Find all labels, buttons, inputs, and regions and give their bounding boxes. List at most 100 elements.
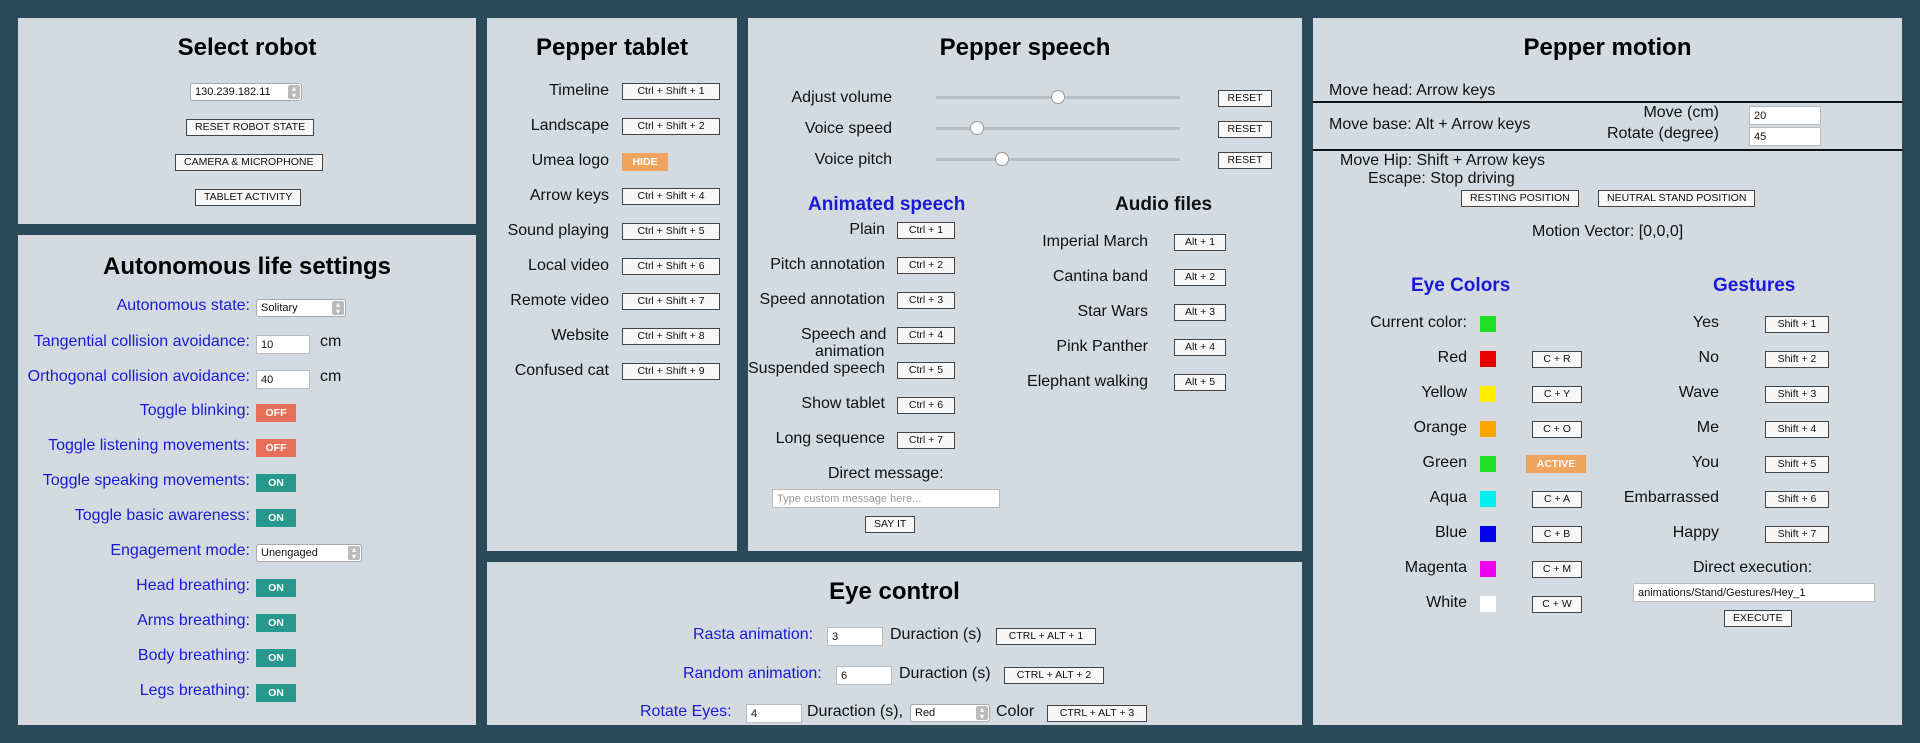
- eye-color-aqua-label: Aqua: [1429, 489, 1467, 506]
- toggle-awareness-switch[interactable]: ON: [256, 509, 296, 527]
- animated-suspended-key[interactable]: Ctrl + 5: [897, 362, 955, 379]
- select-robot-panel: Select robot 130.239.182.11 ▴ ▾ RESET ROB…: [18, 18, 476, 224]
- gesture-wave-key[interactable]: Shift + 3: [1765, 386, 1829, 403]
- speed-reset-button[interactable]: RESET: [1218, 121, 1272, 138]
- eye-color-magenta-key[interactable]: C + M: [1532, 561, 1582, 578]
- random-duration-input[interactable]: 6: [836, 666, 892, 685]
- audio-elephant-walking-key[interactable]: Alt + 5: [1174, 374, 1226, 391]
- rotate-color-select[interactable]: Red ▴ ▾: [910, 704, 990, 722]
- reset-robot-state-button[interactable]: RESET ROBOT STATE: [186, 119, 315, 136]
- eye-color-aqua-key[interactable]: C + A: [1532, 491, 1582, 508]
- animated-speed-key[interactable]: Ctrl + 3: [897, 292, 955, 309]
- tablet-item-confused-cat-key[interactable]: Ctrl + Shift + 9: [622, 363, 720, 380]
- body-breathing-switch[interactable]: ON: [256, 649, 296, 667]
- gesture-yes-key[interactable]: Shift + 1: [1765, 316, 1829, 333]
- eye-color-red-swatch: [1480, 351, 1496, 367]
- animated-show-tablet-key[interactable]: Ctrl + 6: [897, 397, 955, 414]
- move-cm-input[interactable]: 20: [1749, 106, 1821, 125]
- volume-slider-knob[interactable]: [1051, 90, 1065, 104]
- audio-imperial-march-key[interactable]: Alt + 1: [1174, 234, 1226, 251]
- eye-color-red-key[interactable]: C + R: [1532, 351, 1582, 368]
- orthogonal-label: Orthogonal collision avoidance:: [27, 368, 250, 385]
- tangential-input[interactable]: 10: [256, 335, 310, 354]
- select-arrows-icon: ▴ ▾: [288, 85, 300, 100]
- animated-plain-label: Plain: [849, 221, 885, 238]
- robot-ip-select[interactable]: 130.239.182.11 ▴ ▾: [190, 83, 302, 101]
- rotate-degree-input[interactable]: 45: [1749, 127, 1821, 146]
- neutral-stand-position-button[interactable]: NEUTRAL STAND POSITION: [1598, 190, 1756, 207]
- gesture-you-key[interactable]: Shift + 5: [1765, 456, 1829, 473]
- tablet-item-local-video-key[interactable]: Ctrl + Shift + 6: [622, 258, 720, 275]
- legs-breathing-switch[interactable]: ON: [256, 684, 296, 702]
- tablet-item-website-key[interactable]: Ctrl + Shift + 8: [622, 328, 720, 345]
- animated-plain-key[interactable]: Ctrl + 1: [897, 222, 955, 239]
- gesture-embarrassed-key[interactable]: Shift + 6: [1765, 491, 1829, 508]
- say-it-button[interactable]: SAY IT: [865, 516, 916, 533]
- head-breathing-switch[interactable]: ON: [256, 579, 296, 597]
- execute-button[interactable]: EXECUTE: [1724, 610, 1792, 627]
- eye-color-green-key[interactable]: ACTIVE: [1526, 455, 1586, 473]
- animated-pitch-key[interactable]: Ctrl + 2: [897, 257, 955, 274]
- eye-color-white-label: White: [1426, 594, 1467, 611]
- rotate-duration-input[interactable]: 4: [746, 704, 802, 723]
- tablet-item-landscape-key[interactable]: Ctrl + Shift + 2: [622, 118, 720, 135]
- move-head-label: Move head: Arrow keys: [1329, 82, 1496, 99]
- current-color-swatch: [1480, 316, 1496, 332]
- random-key[interactable]: CTRL + ALT + 2: [1004, 667, 1104, 684]
- tablet-item-timeline-key[interactable]: Ctrl + Shift + 1: [622, 83, 720, 100]
- pitch-reset-button[interactable]: RESET: [1218, 152, 1272, 169]
- arms-breathing-switch[interactable]: ON: [256, 614, 296, 632]
- pepper-motion-panel: Pepper motion Move head: Arrow keys Move…: [1313, 18, 1902, 725]
- voice-pitch-label: Voice pitch: [814, 151, 892, 168]
- autonomous-state-select[interactable]: Solitary ▴ ▾: [256, 299, 346, 317]
- toggle-listening-switch[interactable]: OFF: [256, 439, 296, 457]
- divider-1: [1313, 101, 1902, 103]
- toggle-blinking-switch[interactable]: OFF: [256, 404, 296, 422]
- animated-speech-and-animation-key[interactable]: Ctrl + 4: [897, 327, 955, 344]
- eye-color-white-key[interactable]: C + W: [1532, 596, 1582, 613]
- orthogonal-input[interactable]: 40: [256, 370, 310, 389]
- pitch-slider-track[interactable]: [936, 158, 1180, 161]
- eye-color-orange-key[interactable]: C + O: [1532, 421, 1582, 438]
- toggle-speaking-switch[interactable]: ON: [256, 474, 296, 492]
- direct-message-label: Direct message:: [828, 465, 944, 482]
- pitch-slider-knob[interactable]: [994, 152, 1009, 166]
- animated-speed-label: Speed annotation: [759, 291, 885, 308]
- animated-long-sequence-key[interactable]: Ctrl + 7: [897, 432, 955, 449]
- tablet-activity-button[interactable]: TABLET ACTIVITY: [195, 189, 302, 206]
- rasta-key[interactable]: CTRL + ALT + 1: [996, 628, 1096, 645]
- speed-slider-knob[interactable]: [970, 121, 985, 135]
- engagement-select[interactable]: Unengaged ▴ ▾: [256, 544, 362, 562]
- autonomous-title: Autonomous life settings: [103, 253, 391, 280]
- audio-files-title: Audio files: [1115, 194, 1213, 215]
- audio-elephant-walking-label: Elephant walking: [1027, 373, 1148, 390]
- eye-color-green-label: Green: [1422, 454, 1467, 471]
- rasta-duration-input[interactable]: 3: [827, 627, 883, 646]
- audio-star-wars-key[interactable]: Alt + 3: [1174, 304, 1226, 321]
- select-arrows-icon: ▴ ▾: [348, 546, 360, 561]
- rotate-duration-label: Duraction (s),: [807, 703, 904, 720]
- robot-ip-value: 130.239.182.11: [195, 86, 271, 98]
- volume-reset-button[interactable]: RESET: [1218, 90, 1272, 107]
- umea-logo-hide-button[interactable]: HIDE: [622, 153, 668, 171]
- audio-pink-panther-key[interactable]: Alt + 4: [1174, 339, 1226, 356]
- rotate-color-label: Color: [996, 703, 1035, 720]
- rotate-eyes-label: Rotate Eyes:: [640, 703, 732, 720]
- gesture-happy-key[interactable]: Shift + 7: [1765, 526, 1829, 543]
- eye-color-blue-key[interactable]: C + B: [1532, 526, 1582, 543]
- audio-cantina-band-key[interactable]: Alt + 2: [1174, 269, 1226, 286]
- gesture-no-key[interactable]: Shift + 2: [1765, 351, 1829, 368]
- camera-microphone-button[interactable]: CAMERA & MICROPHONE: [175, 154, 323, 171]
- gesture-you-label: You: [1692, 454, 1719, 471]
- tablet-item-arrow-keys-key[interactable]: Ctrl + Shift + 4: [622, 188, 720, 205]
- resting-position-button[interactable]: RESTING POSITION: [1461, 190, 1579, 207]
- eye-color-yellow-key[interactable]: C + Y: [1532, 386, 1582, 403]
- animated-suspended-label: Suspended speech: [748, 360, 885, 377]
- direct-execution-input[interactable]: animations/Stand/Gestures/Hey_1: [1633, 583, 1875, 602]
- tablet-item-sound-playing-key[interactable]: Ctrl + Shift + 5: [622, 223, 720, 240]
- direct-message-input[interactable]: Type custom message here...: [772, 489, 1000, 508]
- eye-control-title: Eye control: [829, 578, 960, 605]
- gesture-me-key[interactable]: Shift + 4: [1765, 421, 1829, 438]
- rotate-key[interactable]: CTRL + ALT + 3: [1047, 705, 1147, 722]
- tablet-item-remote-video-key[interactable]: Ctrl + Shift + 7: [622, 293, 720, 310]
